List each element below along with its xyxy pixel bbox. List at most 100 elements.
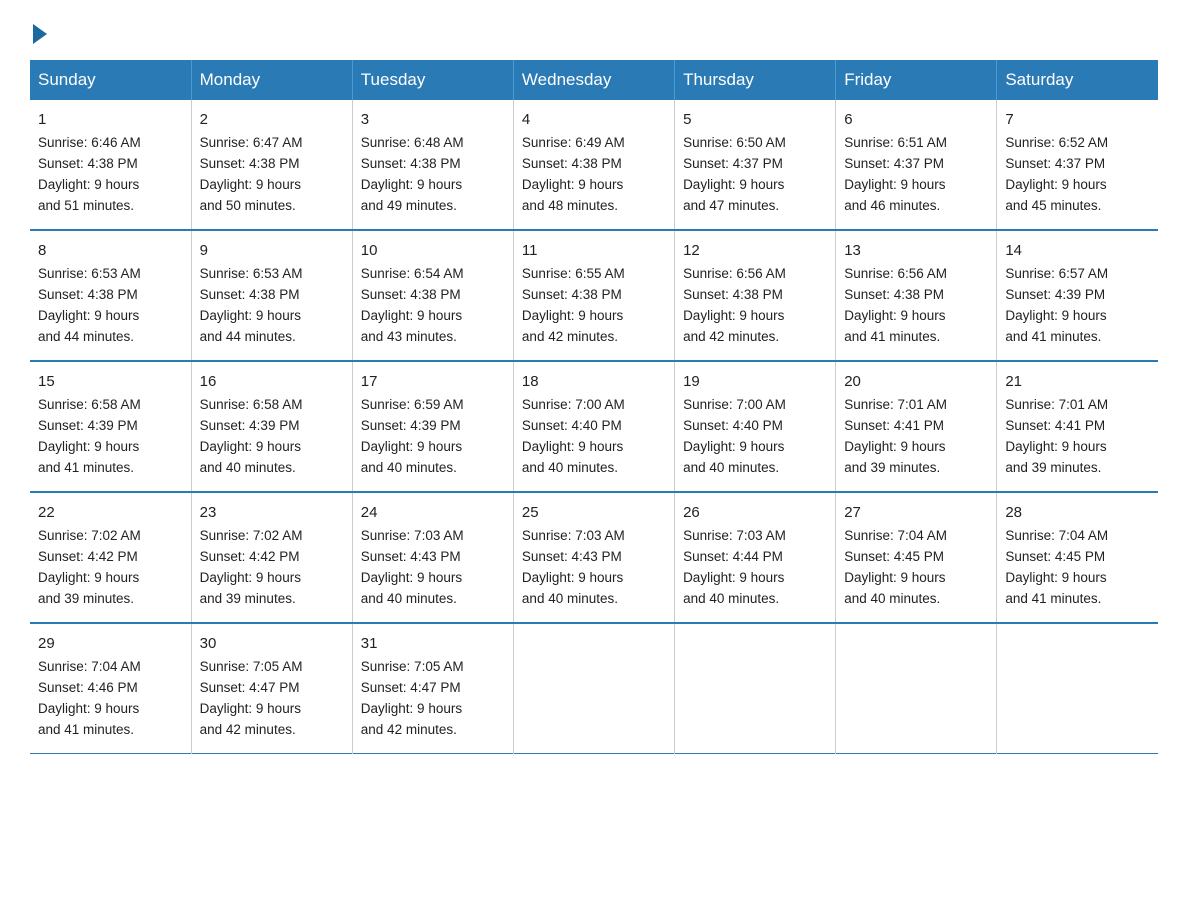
day-number: 17 <box>361 370 505 393</box>
day-number: 1 <box>38 108 183 131</box>
day-info: Sunrise: 6:47 AMSunset: 4:38 PMDaylight:… <box>200 135 303 213</box>
day-number: 9 <box>200 239 344 262</box>
day-number: 24 <box>361 501 505 524</box>
calendar-cell: 12 Sunrise: 6:56 AMSunset: 4:38 PMDayligh… <box>675 230 836 361</box>
day-info: Sunrise: 7:01 AMSunset: 4:41 PMDaylight:… <box>844 397 947 475</box>
calendar-cell: 23 Sunrise: 7:02 AMSunset: 4:42 PMDayligh… <box>191 492 352 623</box>
day-number: 14 <box>1005 239 1150 262</box>
calendar-cell: 7 Sunrise: 6:52 AMSunset: 4:37 PMDaylight… <box>997 100 1158 230</box>
day-number: 31 <box>361 632 505 655</box>
calendar-cell: 4 Sunrise: 6:49 AMSunset: 4:38 PMDaylight… <box>513 100 674 230</box>
day-info: Sunrise: 7:00 AMSunset: 4:40 PMDaylight:… <box>683 397 786 475</box>
calendar-cell: 27 Sunrise: 7:04 AMSunset: 4:45 PMDayligh… <box>836 492 997 623</box>
day-info: Sunrise: 7:05 AMSunset: 4:47 PMDaylight:… <box>200 659 303 737</box>
calendar-cell <box>513 623 674 753</box>
day-number: 30 <box>200 632 344 655</box>
calendar-cell: 21 Sunrise: 7:01 AMSunset: 4:41 PMDayligh… <box>997 361 1158 492</box>
day-number: 15 <box>38 370 183 393</box>
day-info: Sunrise: 6:58 AMSunset: 4:39 PMDaylight:… <box>200 397 303 475</box>
day-info: Sunrise: 6:59 AMSunset: 4:39 PMDaylight:… <box>361 397 464 475</box>
header-thursday: Thursday <box>675 60 836 100</box>
day-number: 5 <box>683 108 827 131</box>
day-number: 21 <box>1005 370 1150 393</box>
header-friday: Friday <box>836 60 997 100</box>
day-info: Sunrise: 7:05 AMSunset: 4:47 PMDaylight:… <box>361 659 464 737</box>
day-info: Sunrise: 6:51 AMSunset: 4:37 PMDaylight:… <box>844 135 947 213</box>
calendar-cell: 9 Sunrise: 6:53 AMSunset: 4:38 PMDaylight… <box>191 230 352 361</box>
day-info: Sunrise: 7:02 AMSunset: 4:42 PMDaylight:… <box>200 528 303 606</box>
day-number: 13 <box>844 239 988 262</box>
calendar-week-row: 8 Sunrise: 6:53 AMSunset: 4:38 PMDaylight… <box>30 230 1158 361</box>
day-info: Sunrise: 7:03 AMSunset: 4:44 PMDaylight:… <box>683 528 786 606</box>
day-info: Sunrise: 7:01 AMSunset: 4:41 PMDaylight:… <box>1005 397 1108 475</box>
calendar-cell: 20Sunrise: 7:01 AMSunset: 4:41 PMDayligh… <box>836 361 997 492</box>
calendar-table: SundayMondayTuesdayWednesdayThursdayFrid… <box>30 60 1158 754</box>
day-info: Sunrise: 6:56 AMSunset: 4:38 PMDaylight:… <box>844 266 947 344</box>
calendar-week-row: 22 Sunrise: 7:02 AMSunset: 4:42 PMDayligh… <box>30 492 1158 623</box>
day-info: Sunrise: 6:58 AMSunset: 4:39 PMDaylight:… <box>38 397 141 475</box>
day-number: 3 <box>361 108 505 131</box>
calendar-cell: 16 Sunrise: 6:58 AMSunset: 4:39 PMDayligh… <box>191 361 352 492</box>
calendar-week-row: 1 Sunrise: 6:46 AMSunset: 4:38 PMDaylight… <box>30 100 1158 230</box>
day-number: 27 <box>844 501 988 524</box>
header-tuesday: Tuesday <box>352 60 513 100</box>
day-info: Sunrise: 6:50 AMSunset: 4:37 PMDaylight:… <box>683 135 786 213</box>
header-sunday: Sunday <box>30 60 191 100</box>
page-header <box>30 20 1158 42</box>
calendar-cell: 29 Sunrise: 7:04 AMSunset: 4:46 PMDayligh… <box>30 623 191 753</box>
day-info: Sunrise: 7:03 AMSunset: 4:43 PMDaylight:… <box>361 528 464 606</box>
day-info: Sunrise: 6:49 AMSunset: 4:38 PMDaylight:… <box>522 135 625 213</box>
calendar-cell: 24 Sunrise: 7:03 AMSunset: 4:43 PMDayligh… <box>352 492 513 623</box>
calendar-cell: 22Sunrise: 7:02 AMSunset: 4:42 PMDayligh… <box>30 492 191 623</box>
day-number: 28 <box>1005 501 1150 524</box>
calendar-cell: 10 Sunrise: 6:54 AMSunset: 4:38 PMDayligh… <box>352 230 513 361</box>
calendar-cell: 26 Sunrise: 7:03 AMSunset: 4:44 PMDayligh… <box>675 492 836 623</box>
calendar-cell <box>675 623 836 753</box>
day-info: Sunrise: 6:52 AMSunset: 4:37 PMDaylight:… <box>1005 135 1108 213</box>
calendar-week-row: 29 Sunrise: 7:04 AMSunset: 4:46 PMDayligh… <box>30 623 1158 753</box>
day-number: 2 <box>200 108 344 131</box>
day-info: Sunrise: 6:56 AMSunset: 4:38 PMDaylight:… <box>683 266 786 344</box>
day-number: 23 <box>200 501 344 524</box>
calendar-week-row: 15 Sunrise: 6:58 AMSunset: 4:39 PMDayligh… <box>30 361 1158 492</box>
day-number: 10 <box>361 239 505 262</box>
calendar-cell: 30 Sunrise: 7:05 AMSunset: 4:47 PMDayligh… <box>191 623 352 753</box>
logo <box>30 20 47 42</box>
calendar-cell: 8 Sunrise: 6:53 AMSunset: 4:38 PMDaylight… <box>30 230 191 361</box>
calendar-cell: 5 Sunrise: 6:50 AMSunset: 4:37 PMDaylight… <box>675 100 836 230</box>
calendar-cell: 15 Sunrise: 6:58 AMSunset: 4:39 PMDayligh… <box>30 361 191 492</box>
day-info: Sunrise: 6:53 AMSunset: 4:38 PMDaylight:… <box>200 266 303 344</box>
day-number: 16 <box>200 370 344 393</box>
day-number: 4 <box>522 108 666 131</box>
day-info: Sunrise: 6:53 AMSunset: 4:38 PMDaylight:… <box>38 266 141 344</box>
calendar-cell: 19 Sunrise: 7:00 AMSunset: 4:40 PMDayligh… <box>675 361 836 492</box>
calendar-cell: 31 Sunrise: 7:05 AMSunset: 4:47 PMDayligh… <box>352 623 513 753</box>
day-info: Sunrise: 7:04 AMSunset: 4:45 PMDaylight:… <box>844 528 947 606</box>
day-number: 29 <box>38 632 183 655</box>
day-info: Sunrise: 7:04 AMSunset: 4:46 PMDaylight:… <box>38 659 141 737</box>
day-info: Sunrise: 7:04 AMSunset: 4:45 PMDaylight:… <box>1005 528 1108 606</box>
logo-arrow-icon <box>33 24 47 44</box>
day-info: Sunrise: 6:54 AMSunset: 4:38 PMDaylight:… <box>361 266 464 344</box>
day-info: Sunrise: 6:57 AMSunset: 4:39 PMDaylight:… <box>1005 266 1108 344</box>
day-number: 18 <box>522 370 666 393</box>
calendar-cell: 1 Sunrise: 6:46 AMSunset: 4:38 PMDaylight… <box>30 100 191 230</box>
day-info: Sunrise: 7:00 AMSunset: 4:40 PMDaylight:… <box>522 397 625 475</box>
calendar-cell: 2 Sunrise: 6:47 AMSunset: 4:38 PMDaylight… <box>191 100 352 230</box>
day-info: Sunrise: 6:48 AMSunset: 4:38 PMDaylight:… <box>361 135 464 213</box>
day-number: 8 <box>38 239 183 262</box>
day-number: 26 <box>683 501 827 524</box>
calendar-cell: 25Sunrise: 7:03 AMSunset: 4:43 PMDayligh… <box>513 492 674 623</box>
day-number: 11 <box>522 239 666 262</box>
day-info: Sunrise: 6:46 AMSunset: 4:38 PMDaylight:… <box>38 135 141 213</box>
day-info: Sunrise: 6:55 AMSunset: 4:38 PMDaylight:… <box>522 266 625 344</box>
calendar-header-row: SundayMondayTuesdayWednesdayThursdayFrid… <box>30 60 1158 100</box>
calendar-cell: 11 Sunrise: 6:55 AMSunset: 4:38 PMDayligh… <box>513 230 674 361</box>
header-saturday: Saturday <box>997 60 1158 100</box>
header-monday: Monday <box>191 60 352 100</box>
day-number: 22 <box>38 501 183 524</box>
calendar-cell: 13 Sunrise: 6:56 AMSunset: 4:38 PMDayligh… <box>836 230 997 361</box>
day-number: 19 <box>683 370 827 393</box>
day-number: 12 <box>683 239 827 262</box>
day-number: 7 <box>1005 108 1150 131</box>
